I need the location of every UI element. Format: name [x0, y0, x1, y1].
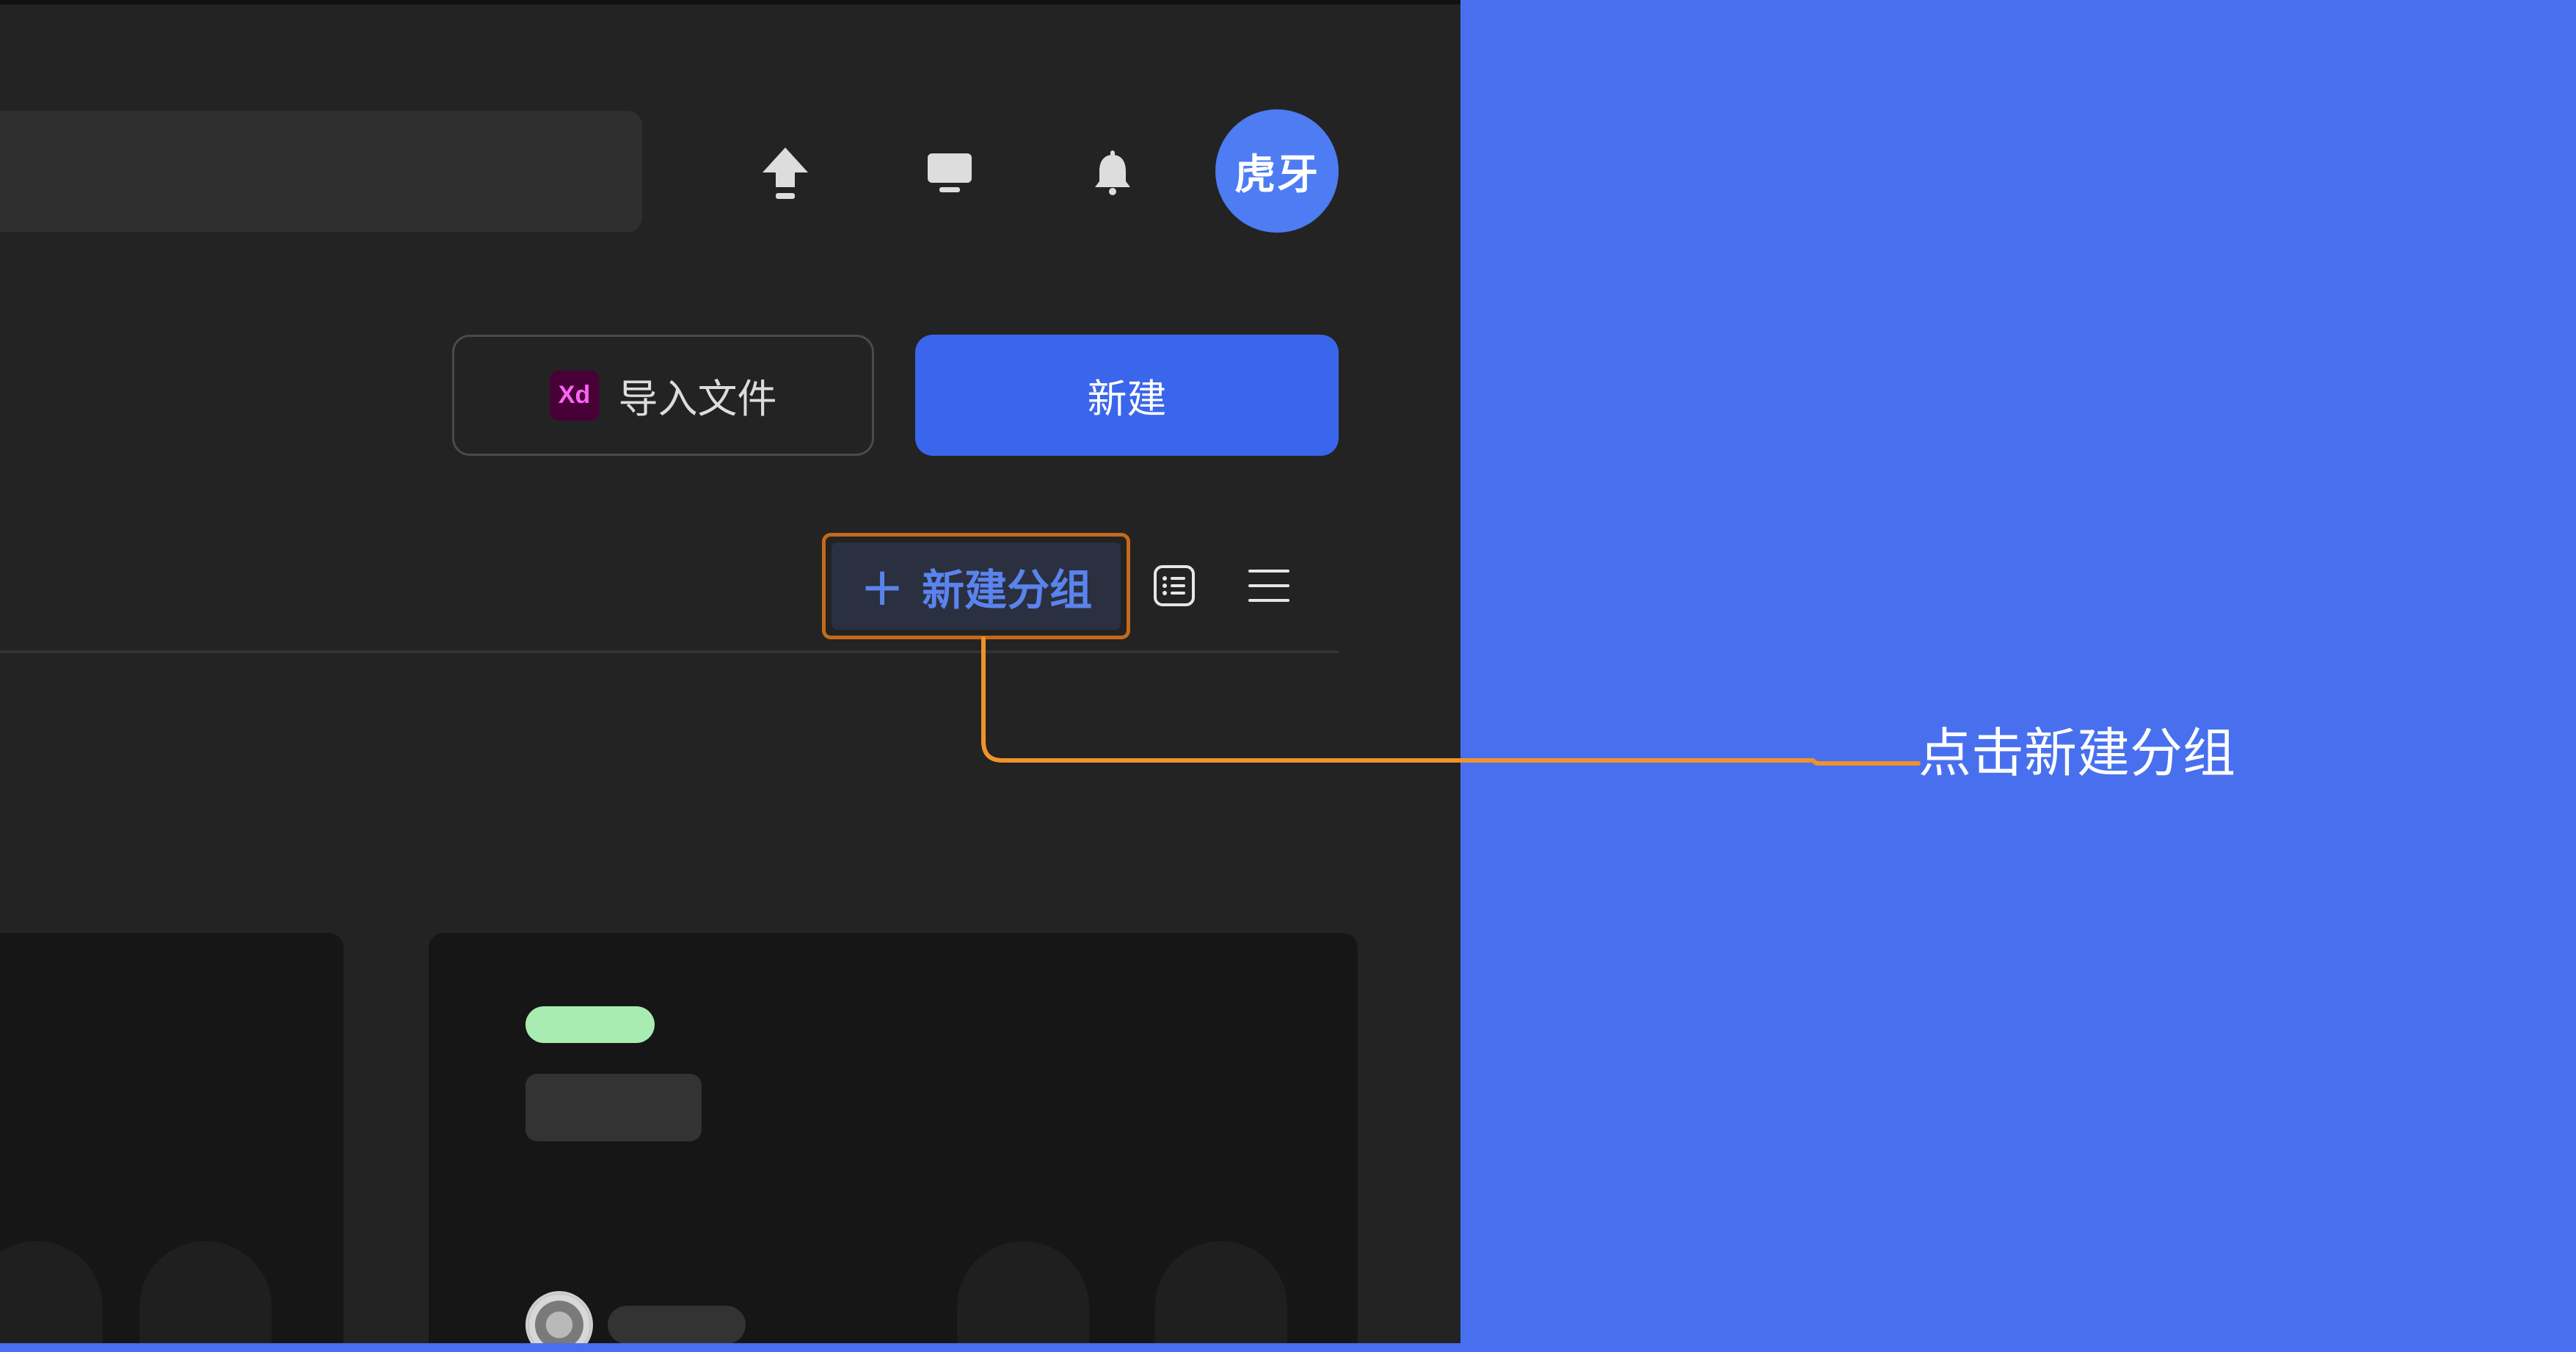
app-panel: 虎牙 Xd 导入文件 新建 + 新建分组 [0, 0, 1460, 1348]
title-placeholder [525, 1074, 702, 1141]
monitor-icon[interactable] [920, 144, 979, 203]
project-card[interactable] [429, 933, 1358, 1348]
screenshot-root: 虎牙 Xd 导入文件 新建 + 新建分组 点击新建分组 [0, 0, 2576, 1352]
bottom-strip [0, 1343, 1460, 1352]
new-button[interactable]: 新建 [915, 335, 1339, 456]
owner-avatar [525, 1291, 593, 1348]
list-card-icon[interactable] [1147, 559, 1201, 613]
avatar-text: 虎牙 [1234, 150, 1320, 199]
thumbnail-shape [139, 1241, 272, 1348]
adobe-xd-icon: Xd [549, 370, 600, 421]
avatar[interactable]: 虎牙 [1215, 109, 1339, 233]
callout-label: 点击新建分组 [1918, 722, 2236, 784]
menu-icon[interactable] [1242, 559, 1296, 613]
upload-icon[interactable] [756, 144, 815, 203]
import-file-button[interactable]: Xd 导入文件 [452, 335, 874, 456]
thumbnail-shape [1155, 1241, 1287, 1348]
owner-name-placeholder [608, 1306, 746, 1344]
new-group-button[interactable]: + 新建分组 [832, 542, 1121, 630]
toolbar-divider [0, 650, 1339, 653]
thumbnail-shape [957, 1241, 1089, 1348]
bell-icon[interactable] [1083, 144, 1142, 203]
new-button-label: 新建 [1087, 376, 1167, 422]
plus-icon: + [859, 555, 905, 617]
project-card[interactable] [0, 933, 343, 1348]
status-badge [525, 1006, 655, 1043]
new-group-label: 新建分组 [922, 564, 1093, 615]
search-bar[interactable] [0, 111, 642, 232]
import-file-label: 导入文件 [618, 376, 777, 422]
thumbnail-shape [0, 1241, 103, 1348]
